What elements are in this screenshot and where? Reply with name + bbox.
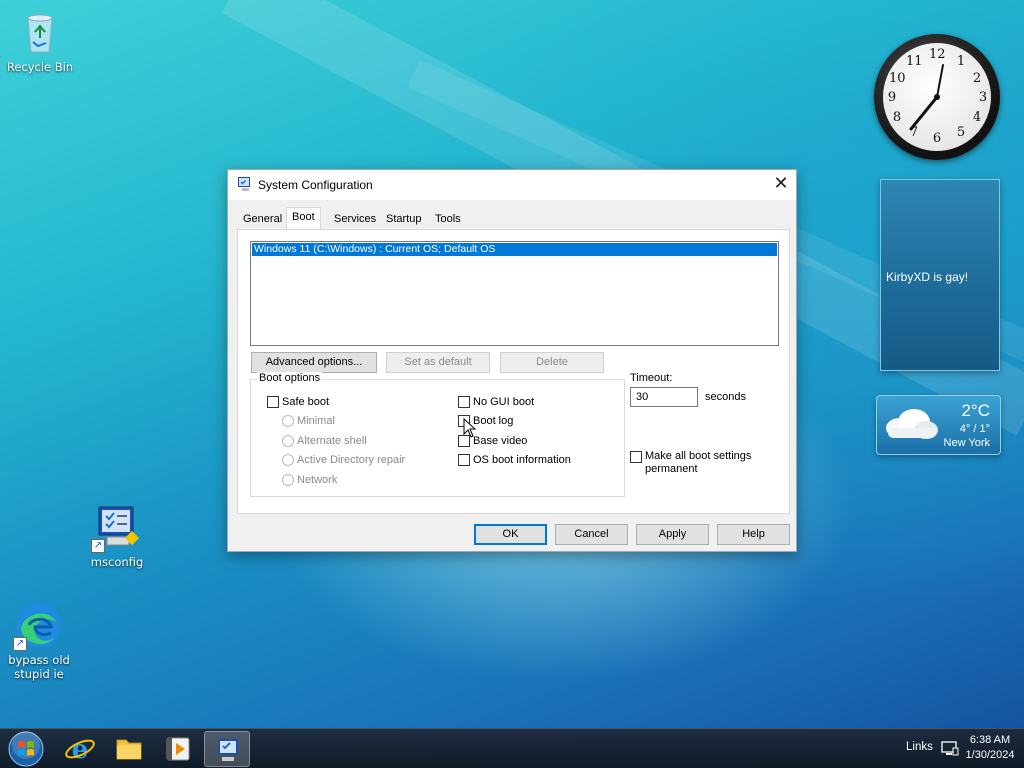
shortcut-arrow-icon: ↗ <box>13 637 27 651</box>
media-player-icon <box>166 737 190 761</box>
slideshow-gadget[interactable]: KirbyXD is gay! <box>880 179 1000 371</box>
svg-text:e: e <box>72 735 89 765</box>
boot-tab-panel: Windows 11 (C:\Windows) : Current OS; De… <box>237 229 790 514</box>
timeout-unit-label: seconds <box>705 391 746 403</box>
tab-services[interactable]: Services <box>328 209 382 229</box>
clock-gadget[interactable]: 12 1 2 3 4 5 6 7 8 9 10 11 <box>874 34 1000 160</box>
os-boot-information-checkbox[interactable] <box>458 454 470 466</box>
help-button[interactable]: Help <box>717 524 790 545</box>
clock-face: 12 1 2 3 4 5 6 7 8 9 10 11 <box>883 43 991 151</box>
folder-icon <box>116 739 142 760</box>
title-bar[interactable]: System Configuration ✕ <box>228 170 796 200</box>
desktop-icon-msconfig[interactable]: ↗ msconfig <box>77 503 157 569</box>
network-radio[interactable] <box>282 474 294 486</box>
taskbar-system-configuration[interactable] <box>204 731 250 767</box>
minimal-radio[interactable] <box>282 415 294 427</box>
network-icon[interactable] <box>941 741 959 757</box>
desktop-icon-label: msconfig <box>90 555 144 569</box>
make-permanent-label: Make all boot settings <box>645 450 752 462</box>
boot-log-label: Boot log <box>473 415 514 427</box>
network-label: Network <box>297 474 338 486</box>
safe-boot-label: Safe boot <box>282 396 330 408</box>
make-permanent-label-line2: permanent <box>645 463 698 475</box>
desktop-icon-edge-shortcut[interactable]: ↗ bypass old stupid ie <box>0 601 79 681</box>
shortcut-arrow-icon: ↗ <box>91 539 105 553</box>
window-title: System Configuration <box>258 178 373 192</box>
weather-gadget[interactable]: 2°C 4° / 1° New York <box>876 395 1001 455</box>
msconfig-taskbar-icon <box>218 739 238 761</box>
no-gui-boot-checkbox[interactable] <box>458 396 470 408</box>
ok-button[interactable]: OK <box>474 524 547 545</box>
internet-explorer-icon: e <box>65 735 95 765</box>
tab-general[interactable]: General <box>237 209 288 229</box>
msconfig-icon: ↗ <box>91 503 141 553</box>
close-button[interactable]: ✕ <box>766 170 796 200</box>
taskbar-date: 1/30/2024 <box>965 749 1015 761</box>
alternate-shell-radio[interactable] <box>282 435 294 447</box>
weather-range: 4° / 1° <box>959 423 990 435</box>
taskbar-clock[interactable]: 6:38 AM 1/30/2024 <box>960 733 1020 763</box>
ad-repair-label: Active Directory repair <box>297 454 406 466</box>
taskbar-media-player[interactable] <box>155 731 201 767</box>
msconfig-app-icon <box>238 177 250 191</box>
taskbar-internet-explorer[interactable]: e <box>57 731 103 767</box>
system-configuration-window[interactable]: System Configuration ✕ General Boot Serv… <box>227 169 797 552</box>
gadget-note-text: KirbyXD is gay! <box>886 270 969 284</box>
taskbar-time: 6:38 AM <box>969 734 1011 746</box>
start-button[interactable] <box>6 730 46 768</box>
weather-city: New York <box>943 437 990 449</box>
tab-startup[interactable]: Startup <box>380 209 427 229</box>
taskbar-file-explorer[interactable] <box>106 731 152 767</box>
recycle-bin-icon <box>16 8 64 56</box>
os-list-item[interactable]: Windows 11 (C:\Windows) : Current OS; De… <box>252 243 777 256</box>
edge-icon: ↗ <box>13 601 63 651</box>
set-as-default-button[interactable]: Set as default <box>386 352 490 373</box>
base-video-label: Base video <box>473 435 528 447</box>
taskbar: e Links 6:38 AM 1/30/2024 <box>0 728 1024 768</box>
close-icon: ✕ <box>773 173 789 194</box>
make-permanent-checkbox[interactable] <box>630 451 642 463</box>
advanced-options-button[interactable]: Advanced options... <box>251 352 377 373</box>
os-list[interactable]: Windows 11 (C:\Windows) : Current OS; De… <box>250 241 779 346</box>
cancel-button[interactable]: Cancel <box>555 524 628 545</box>
desktop-icon-label: Recycle Bin <box>6 60 74 74</box>
tab-boot[interactable]: Boot <box>286 207 321 229</box>
safe-boot-checkbox[interactable] <box>267 396 279 408</box>
minimal-label: Minimal <box>297 415 335 427</box>
alternate-shell-label: Alternate shell <box>297 435 367 447</box>
cloud-icon <box>886 409 938 439</box>
weather-temp: 2°C <box>961 401 990 420</box>
tab-tools[interactable]: Tools <box>429 209 467 229</box>
timeout-input[interactable]: 30 <box>630 387 698 407</box>
timeout-label: Timeout: <box>630 372 673 384</box>
clock-hands <box>909 64 944 131</box>
os-boot-information-label: OS boot information <box>473 454 571 466</box>
boot-options-group: Boot options Safe boot Minimal Alternate… <box>250 372 625 497</box>
ad-repair-radio[interactable] <box>282 454 294 466</box>
desktop-icon-recycle-bin[interactable]: Recycle Bin <box>0 8 80 74</box>
no-gui-boot-label: No GUI boot <box>473 396 535 408</box>
windows-orb-icon <box>8 731 44 767</box>
mouse-cursor-icon <box>463 418 477 438</box>
apply-button[interactable]: Apply <box>636 524 709 545</box>
links-toolbar[interactable]: Links <box>906 741 933 753</box>
delete-button[interactable]: Delete <box>500 352 604 373</box>
boot-options-legend: Boot options <box>257 372 323 384</box>
desktop-icon-label: bypass old stupid ie <box>8 653 70 681</box>
